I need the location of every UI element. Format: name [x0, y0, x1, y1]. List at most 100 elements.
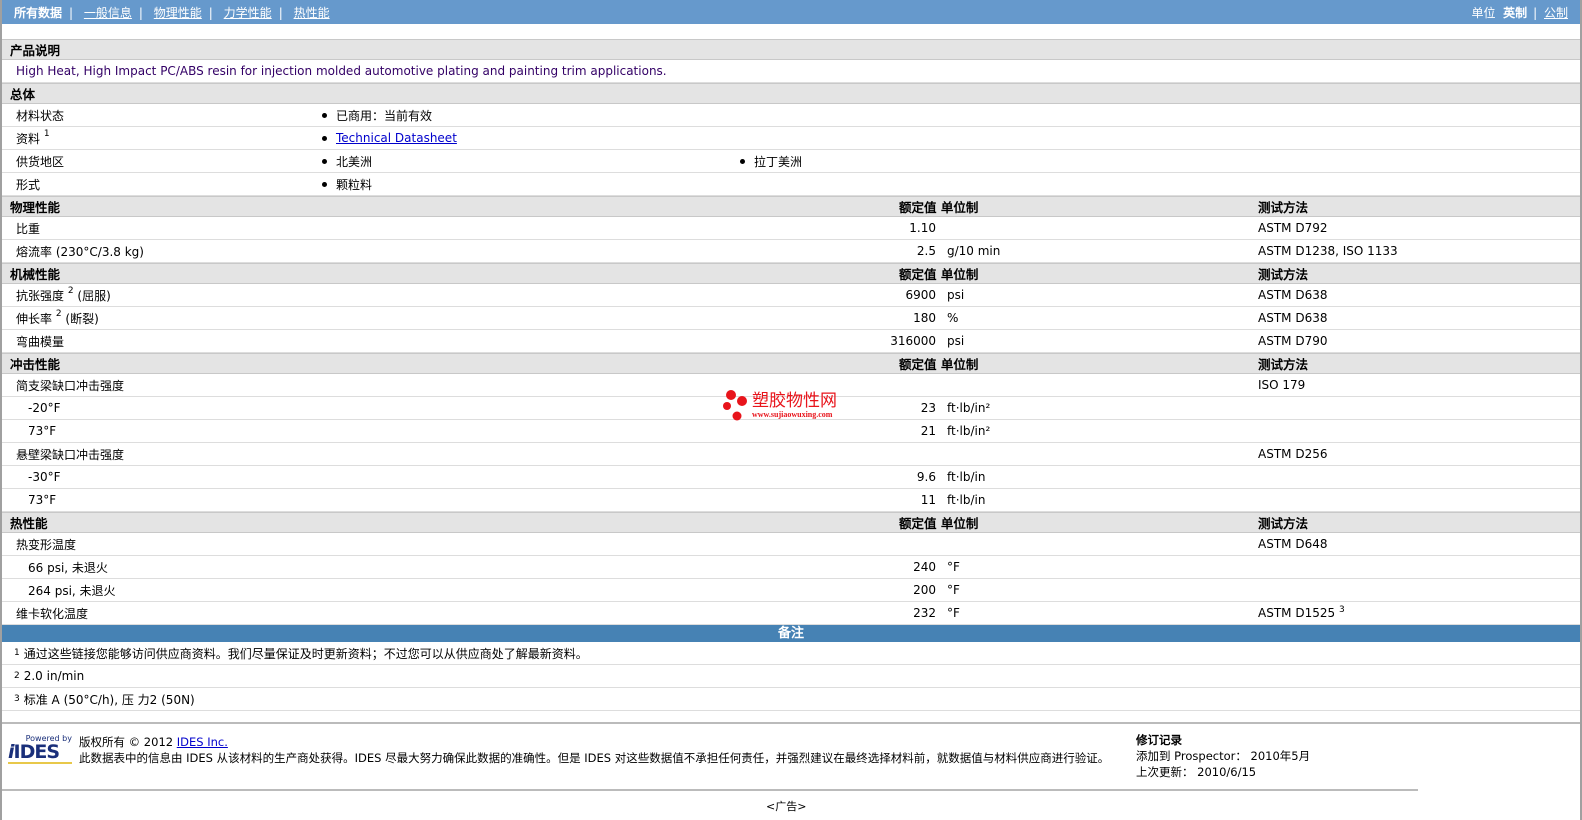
section-header: 热性能 额定值 单位制 测试方法: [2, 512, 1580, 533]
row-form: 形式 颗粒料: [2, 173, 1580, 196]
test-method: ASTM D1238, ISO 1133: [1258, 244, 1398, 258]
property-label: 伸长率 2 (断裂): [16, 309, 99, 327]
logo-text: IDES: [13, 741, 61, 763]
property-label: 弯曲模量: [16, 333, 64, 350]
test-method-name: ASTM D792: [1258, 221, 1328, 235]
property-unit: ft·lb/in²: [947, 424, 991, 438]
tab-physical[interactable]: 物理性能: [154, 6, 202, 20]
unit-imperial[interactable]: 英制: [1503, 6, 1527, 20]
section-title: 热性能: [10, 516, 48, 531]
property-label: 维卡软化温度: [16, 605, 88, 622]
property-unit: g/10 min: [947, 244, 1001, 258]
property-value: 232: [913, 606, 936, 620]
property-name: 熔流率 (230°C/3.8 kg): [16, 244, 144, 259]
column-header-value: 额定值 单位制: [899, 357, 979, 372]
unit-switcher: 单位 英制 | 公制: [1471, 5, 1568, 20]
property-unit: psi: [947, 288, 965, 302]
footnote-number: 1: [14, 648, 20, 658]
property-value: 21: [920, 424, 936, 438]
revision-title: 修订记录: [1136, 733, 1182, 747]
ad-label: <广告>: [766, 800, 807, 813]
ides-logo: Powered by iIDES: [8, 734, 72, 764]
section-header: 冲击性能 额定值 单位制 测试方法: [2, 353, 1580, 374]
test-method: ASTM D1525 3: [1258, 606, 1345, 621]
property-value: 11: [920, 493, 936, 507]
watermark-dots-icon: [723, 390, 747, 421]
section-title: 冲击性能: [10, 357, 61, 372]
property-value: 200: [913, 583, 936, 597]
unit-metric[interactable]: 公制: [1544, 6, 1568, 20]
row-label: 供货地区: [16, 154, 65, 169]
added-label: 添加到 Prospector：: [1136, 749, 1247, 763]
property-value: 316000: [890, 334, 936, 348]
section-title: 物理性能: [10, 200, 61, 215]
property-value: 1.10: [909, 221, 936, 235]
property-label: -20°F: [28, 401, 61, 415]
property-value: 9.6: [916, 470, 936, 484]
property-unit: °F: [947, 560, 960, 574]
column-header-test: 测试方法: [1258, 516, 1309, 531]
test-method: ASTM D638: [1258, 288, 1327, 302]
note-item: 1 通过这些链接您能够访问供应商资料。我们尽量保证及时更新资料；不过您可以从供应商…: [2, 642, 1580, 665]
section-header: 物理性能 额定值 单位制 测试方法: [2, 196, 1580, 217]
technical-datasheet-link[interactable]: Technical Datasheet: [336, 131, 457, 145]
property-row: 66 psi, 未退火 240 °F: [2, 556, 1580, 579]
footnote-ref: 2: [67, 285, 74, 296]
tab-general-info[interactable]: 一般信息: [84, 6, 132, 20]
note-text: 标准 A (50°C/h), 压 力2 (50N): [23, 692, 195, 707]
property-row: 维卡软化温度 232 °F ASTM D1525 3: [2, 602, 1580, 625]
property-condition: (断裂): [65, 311, 99, 326]
property-name: 73°F: [28, 424, 57, 438]
note-text: 2.0 in/min: [23, 669, 85, 683]
property-name: 抗张强度: [16, 288, 65, 303]
added-value: 2010年5月: [1250, 749, 1311, 763]
property-name: -20°F: [28, 401, 61, 415]
tab-thermal[interactable]: 热性能: [294, 6, 330, 20]
column-header-test: 测试方法: [1258, 357, 1309, 372]
property-label: 简支梁缺口冲击强度: [16, 377, 124, 394]
test-method-name: ASTM D256: [1258, 447, 1328, 461]
notes-list: 1 通过这些链接您能够访问供应商资料。我们尽量保证及时更新资料；不过您可以从供应商…: [2, 642, 1580, 711]
test-method-name: ASTM D1525: [1258, 606, 1336, 620]
datasheet-page: 所有数据 | 一般信息 | 物理性能 | 力学性能 | 热性能 单位 英制 | 公制 产品…: [0, 0, 1582, 820]
row-value: 拉丁美洲: [754, 154, 803, 169]
property-row: -30°F 9.6 ft·lb/in: [2, 466, 1580, 489]
property-value: 240: [913, 560, 936, 574]
test-method-name: ASTM D790: [1258, 334, 1328, 348]
property-unit: psi: [947, 334, 965, 348]
footer-divider: [2, 789, 1418, 791]
property-unit: ft·lb/in: [947, 493, 986, 507]
property-label: 66 psi, 未退火: [28, 559, 108, 576]
property-name: 简支梁缺口冲击强度: [16, 378, 125, 393]
section-header: 机械性能 额定值 单位制 测试方法: [2, 263, 1580, 284]
column-header-value: 额定值 单位制: [899, 516, 979, 531]
tab-all-data[interactable]: 所有数据: [14, 6, 62, 20]
footer: Powered by iIDES 版权所有 © 2012 IDES Inc. 此…: [2, 722, 1580, 790]
property-row: 悬壁梁缺口冲击强度 ASTM D256: [2, 443, 1580, 466]
property-name: 维卡软化温度: [16, 606, 89, 621]
property-value: 23: [920, 401, 936, 415]
row-value: 颗粒料: [336, 177, 373, 192]
watermark-text: 塑胶物性网: [752, 390, 837, 411]
section-general: 总体: [2, 83, 1580, 104]
test-method-name: ISO 179: [1258, 378, 1306, 392]
property-label: -30°F: [28, 470, 61, 484]
product-description: High Heat, High Impact PC/ABS resin for …: [16, 64, 667, 78]
row-label: 材料状态: [16, 108, 65, 123]
watermark-logo: 塑胶物性网 www.sujiaowuxing.com: [722, 388, 837, 422]
row-value: 已商用：当前有效: [336, 108, 433, 123]
property-value: 2.5: [916, 244, 936, 258]
test-method: ASTM D790: [1258, 334, 1327, 348]
property-label: 抗张强度 2 (屈服): [16, 285, 111, 304]
property-name: 热变形温度: [16, 537, 77, 552]
property-name: 66 psi, 未退火: [28, 560, 108, 575]
property-label: 比重: [16, 220, 40, 237]
test-method: ASTM D638: [1258, 311, 1327, 325]
ides-inc-link[interactable]: IDES Inc.: [177, 735, 228, 749]
row-value: 北美洲: [336, 154, 373, 169]
test-method-name: ASTM D638: [1258, 311, 1328, 325]
tab-mechanical[interactable]: 力学性能: [224, 6, 272, 20]
notes-header: 备注: [2, 625, 1580, 642]
row-availability: 供货地区 北美洲 拉丁美洲: [2, 150, 1580, 173]
property-unit: °F: [947, 583, 960, 597]
